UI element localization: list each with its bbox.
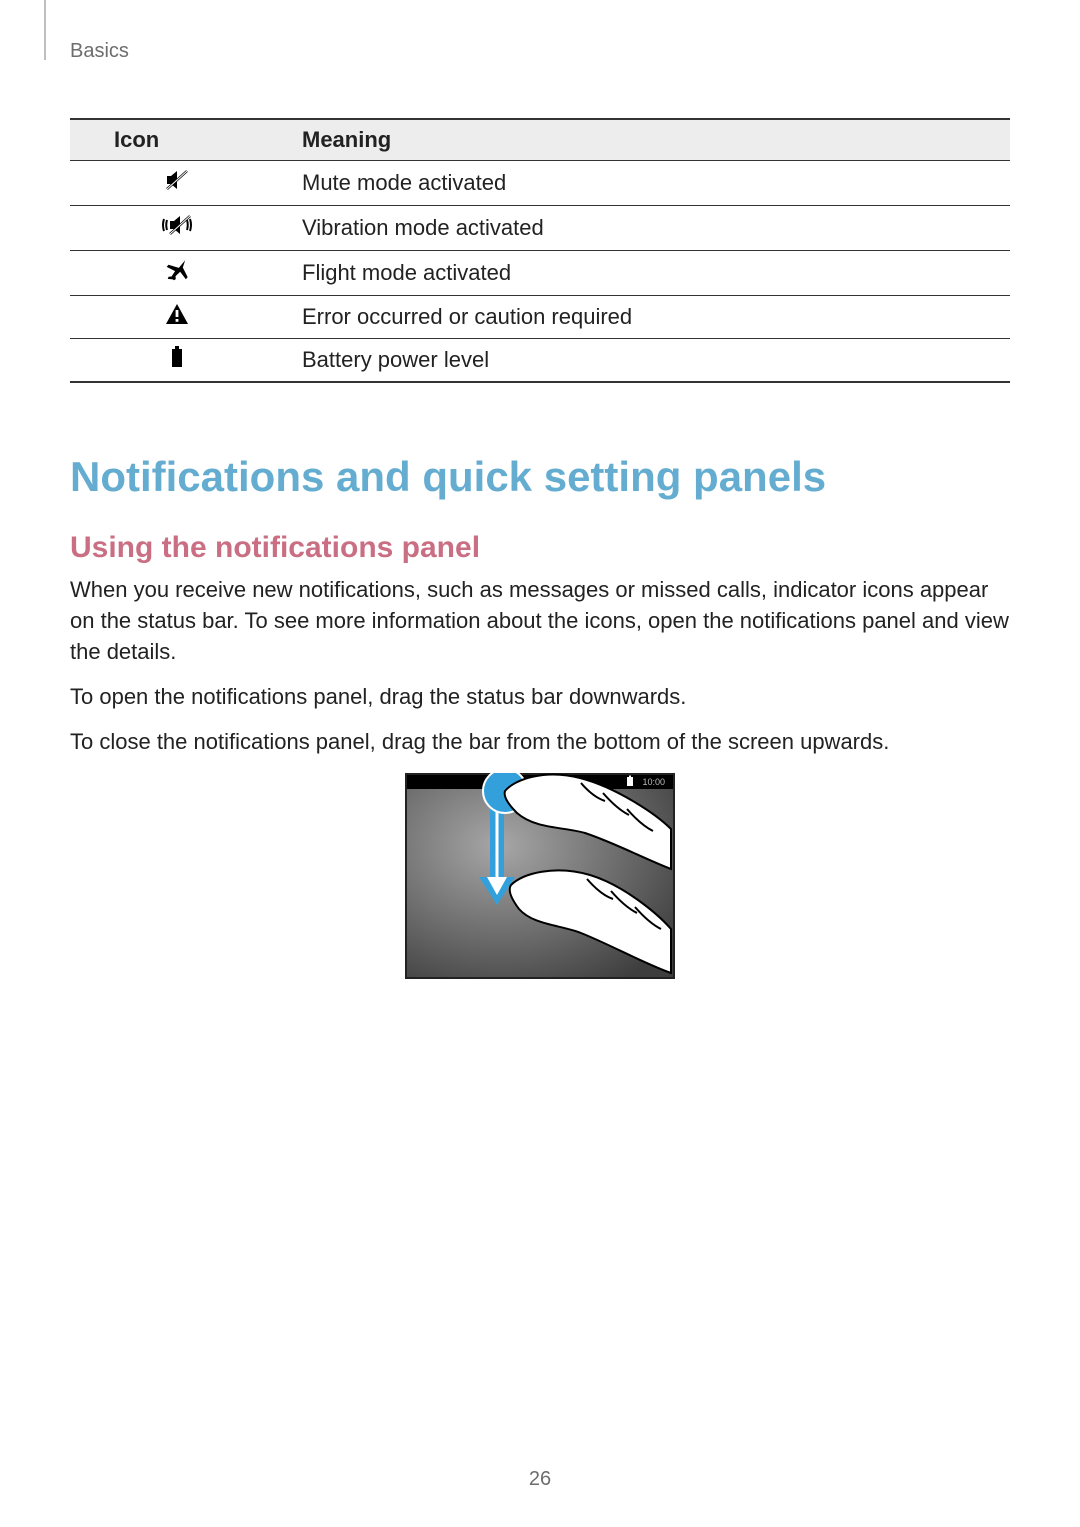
swipe-down-illustration: 10:00 (70, 773, 1010, 984)
subsection-heading: Using the notifications panel (70, 531, 1010, 565)
table-row: Vibration mode activated (70, 206, 1010, 251)
table-cell-meaning: Flight mode activated (284, 251, 1010, 296)
icon-meaning-table: Icon Meaning Mute mode activated (70, 118, 1010, 383)
table-header-meaning: Meaning (284, 119, 1010, 161)
table-cell-meaning: Error occurred or caution required (284, 296, 1010, 339)
page-number: 26 (0, 1468, 1080, 1491)
section-heading: Notifications and quick setting panels (70, 453, 1010, 501)
breadcrumb: Basics (70, 40, 1010, 63)
vibration-icon (160, 213, 194, 243)
illustration-status-time: 10:00 (642, 777, 665, 787)
battery-icon (170, 346, 184, 374)
table-row: Error occurred or caution required (70, 296, 1010, 339)
table-cell-meaning: Battery power level (284, 339, 1010, 383)
table-row: Battery power level (70, 339, 1010, 383)
table-cell-meaning: Mute mode activated (284, 161, 1010, 206)
table-row: Flight mode activated (70, 251, 1010, 296)
body-paragraph: To close the notifications panel, drag t… (70, 727, 1010, 758)
table-row: Mute mode activated (70, 161, 1010, 206)
error-icon (165, 303, 189, 331)
flight-icon (165, 258, 189, 288)
margin-tick (44, 0, 46, 60)
table-cell-meaning: Vibration mode activated (284, 206, 1010, 251)
body-paragraph: When you receive new notifications, such… (70, 575, 1010, 667)
table-header-icon: Icon (70, 119, 284, 161)
body-paragraph: To open the notifications panel, drag th… (70, 682, 1010, 713)
mute-icon (164, 168, 190, 198)
